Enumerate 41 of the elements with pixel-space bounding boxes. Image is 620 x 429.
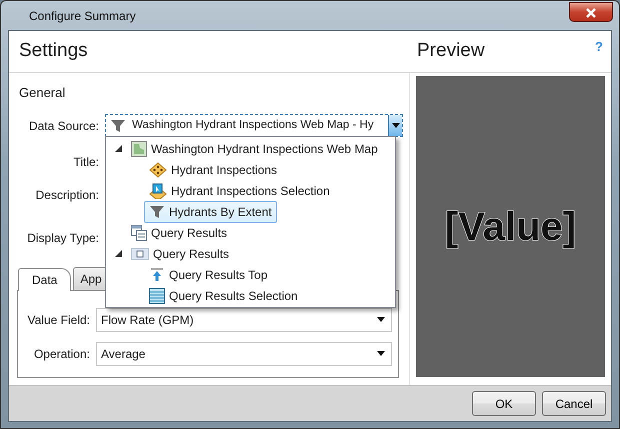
field-label: Description: <box>34 186 100 204</box>
section-heading: General <box>18 84 66 102</box>
preview-heading: Preview <box>417 40 485 63</box>
field-label: Display Type: <box>26 230 100 246</box>
tree-item[interactable]: Washington Hydrant Inspections Web Map <box>126 138 383 160</box>
query-icon <box>131 246 149 260</box>
field-label: Operation: <box>32 346 91 362</box>
selection-layer-icon <box>149 182 167 198</box>
upload-arrow-icon <box>149 266 165 282</box>
tree-item[interactable]: Query Results Selection <box>144 284 303 306</box>
tree-item[interactable]: Hydrant Inspections Selection <box>144 180 335 202</box>
settings-heading: Settings <box>19 40 89 63</box>
dropdown-arrow-icon <box>377 317 385 322</box>
dropdown-field[interactable]: Average <box>96 342 392 366</box>
window-title: Configure Summary <box>29 8 136 24</box>
expanded-arrow-icon[interactable] <box>115 145 122 152</box>
field-label: Data Source: <box>28 118 100 134</box>
tree-item[interactable]: Query Results Top <box>144 264 272 286</box>
dialog-button[interactable]: Cancel <box>542 391 606 416</box>
filter-icon <box>110 118 126 134</box>
close-button[interactable] <box>569 2 613 22</box>
table-icon <box>131 224 147 240</box>
tree-item[interactable]: Query Results <box>126 242 234 264</box>
map-icon <box>131 140 147 156</box>
tab[interactable]: Data <box>18 268 72 290</box>
data-source-combobox[interactable]: Washington Hydrant Inspections Web Map - Hy <box>105 114 403 137</box>
field-label: Value Field: <box>26 312 91 328</box>
diamond-layer-icon <box>149 162 167 178</box>
dropdown-field[interactable]: Flow Rate (GPM) <box>96 308 392 332</box>
tree-item[interactable]: Hydrants By Extent <box>144 200 277 222</box>
dropdown-arrow-icon <box>392 123 400 128</box>
list-icon <box>149 288 165 304</box>
dialog-button[interactable]: OK <box>472 391 536 416</box>
close-icon <box>585 8 597 18</box>
filter-icon <box>149 204 165 220</box>
tree-item[interactable]: Query Results <box>126 222 232 244</box>
field-label: Title: <box>72 154 100 170</box>
preview-value: [Value] <box>444 204 576 250</box>
dropdown-arrow-icon <box>377 351 385 356</box>
tree-item[interactable]: Hydrant Inspections <box>144 158 282 180</box>
expanded-arrow-icon[interactable] <box>115 250 122 257</box>
